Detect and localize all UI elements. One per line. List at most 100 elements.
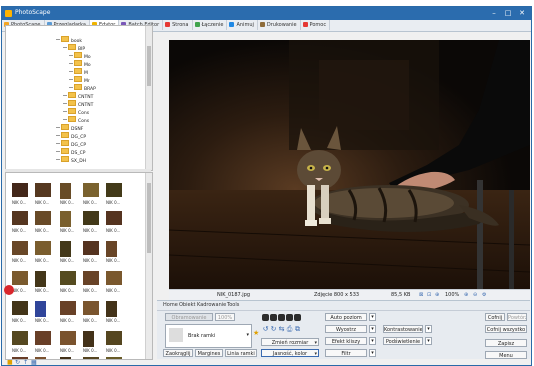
thumbs-scroll-thumb[interactable] (147, 183, 151, 253)
resize-button[interactable]: Zmień rozmiar (261, 338, 319, 346)
filter-button[interactable]: Filtr (325, 349, 367, 357)
refresh-icon[interactable]: ↻ (15, 359, 20, 366)
save-button[interactable]: Zapisz (485, 339, 527, 347)
thumbnail-image[interactable] (60, 271, 76, 285)
tree-item[interactable]: Cons (63, 108, 89, 116)
thumbnail-image[interactable] (106, 241, 117, 257)
maximize-icon[interactable]: □ (501, 7, 515, 20)
contrast-dropdown-icon[interactable]: ▾ (425, 325, 432, 333)
tree-item[interactable]: Mr (69, 76, 90, 84)
fit-icon[interactable]: ⊠ (419, 292, 423, 298)
filter-dropdown-icon[interactable]: ▾ (369, 349, 376, 357)
tree-item[interactable]: DG_CP (56, 132, 86, 140)
tab-tools[interactable]: Tools (227, 302, 239, 308)
undo-all-button[interactable]: Cofnij wszystko (485, 325, 527, 333)
tree-item[interactable]: CNTNT (63, 92, 93, 100)
copy-icon[interactable]: ⧉ (294, 326, 301, 333)
margin-button[interactable]: Margines (195, 349, 223, 357)
tree-item[interactable]: CNTNT (63, 100, 93, 108)
photo-canvas[interactable] (169, 40, 530, 289)
thumbnail-grid[interactable]: NIK 0... NIK 0... NIK 0... NIK 0... NIK 0...… (5, 172, 153, 360)
thumbnail-image[interactable] (60, 211, 71, 227)
thumbnail-image[interactable] (35, 241, 51, 255)
thumbnail-image[interactable] (106, 271, 122, 285)
tree-item[interactable]: M (69, 68, 88, 76)
auto-level-button[interactable]: Auto poziom (325, 313, 367, 321)
shape-round4-icon[interactable] (294, 314, 301, 321)
tab-kadrowanie[interactable]: Kadrowanie (197, 302, 226, 308)
film-effect-button[interactable]: Efekt kliszy (325, 337, 367, 345)
tab-4[interactable]: Strona (163, 20, 193, 30)
contrast-button[interactable]: Kontrastowanie (383, 325, 423, 333)
thumbnail-image[interactable] (35, 211, 51, 225)
brightness-color-button[interactable]: Jasność, kolor (261, 349, 319, 357)
thumbnail-image[interactable] (35, 183, 51, 197)
zoom-fit-icon[interactable]: ⊡ (427, 292, 431, 298)
rotate-left-icon[interactable]: ↺ (262, 326, 269, 333)
tree-scroll-thumb[interactable] (147, 46, 151, 86)
round-button[interactable]: Zaokrąglij (163, 349, 193, 357)
thumbnail-image[interactable] (106, 301, 117, 317)
thumbnail-image[interactable] (12, 241, 28, 255)
zoom-out-icon[interactable]: ⊖ (473, 292, 477, 298)
frame-preview-box[interactable]: Brak ramki ▾ (165, 324, 252, 348)
thumbnail-image[interactable] (12, 183, 28, 197)
tree-item[interactable]: SX_DH (56, 156, 86, 164)
thumbnail-image[interactable] (60, 301, 76, 315)
thumbnail-image[interactable] (83, 183, 99, 197)
tab-8[interactable]: Pomoc (301, 20, 331, 30)
tree-item[interactable]: Mo (69, 60, 91, 68)
tree-item[interactable]: DS_CP (56, 148, 85, 156)
folder-tree[interactable]: book BIP Mo Mo M Mr BRAP CNTNT CNTNT Cons Cons DSNF… (5, 25, 153, 171)
shape-rounded-icon[interactable] (270, 314, 277, 321)
frame-select[interactable]: Obramowanie (165, 313, 213, 321)
thumbnail-image[interactable] (35, 271, 46, 287)
tab-obiekt[interactable]: Obiekt (179, 302, 195, 308)
up-icon[interactable]: ↑ (23, 359, 28, 366)
frame-percent[interactable]: 100% (215, 313, 235, 321)
frame-dropdown-icon[interactable]: ▾ (246, 332, 249, 338)
grid-icon[interactable]: ▦ (31, 359, 37, 366)
tree-item[interactable]: DSNF (56, 124, 83, 132)
tab-home[interactable]: Home (163, 302, 178, 308)
print-icon[interactable]: ⎙ (286, 326, 293, 333)
menu-button[interactable]: Menu (485, 351, 527, 359)
shape-square-icon[interactable] (262, 314, 269, 321)
thumbnail-image[interactable] (12, 211, 28, 225)
folder-icon[interactable]: ■ (7, 359, 13, 366)
sharpen-button[interactable]: Wyostrz (325, 325, 367, 333)
thumbnail-image[interactable] (83, 301, 99, 315)
thumbnail-image[interactable] (60, 331, 76, 345)
frame-line-button[interactable]: Linia ramki (225, 349, 257, 357)
thumbs-scrollbar[interactable] (145, 173, 152, 359)
thumbnail-image[interactable] (106, 211, 122, 225)
thumbnail-image[interactable] (12, 271, 28, 285)
tree-item[interactable]: Mo (69, 52, 91, 60)
shape-round3-icon[interactable] (286, 314, 293, 321)
thumbnail-image[interactable] (83, 211, 99, 225)
film-effect-dropdown-icon[interactable]: ▾ (369, 337, 376, 345)
thumbnail-image[interactable] (83, 331, 94, 347)
rotate-right-icon[interactable]: ↻ (270, 326, 277, 333)
tree-item[interactable]: Cons (63, 116, 89, 124)
tree-scrollbar[interactable] (145, 26, 152, 170)
flip-icon[interactable]: ⇆ (278, 326, 285, 333)
zoom-actual-icon[interactable]: ⊕ (435, 292, 439, 298)
close-icon[interactable]: ✕ (515, 7, 529, 20)
thumbnail-image[interactable] (35, 301, 46, 317)
thumbnail-image[interactable] (83, 241, 99, 255)
sharpen-dropdown-icon[interactable]: ▾ (369, 325, 376, 333)
thumbnail-image[interactable] (106, 331, 122, 345)
zoom-in-icon[interactable]: ⊕ (464, 292, 468, 298)
thumbnail-image[interactable] (12, 331, 28, 345)
shape-round2-icon[interactable] (278, 314, 285, 321)
tree-item[interactable]: BIP (63, 44, 85, 52)
thumbnail-image[interactable] (106, 183, 122, 197)
backlight-dropdown-icon[interactable]: ▾ (425, 337, 432, 345)
tree-item[interactable]: DG_CP (56, 140, 86, 148)
redo-button[interactable]: Powtórz (507, 313, 527, 321)
thumbnail-image[interactable] (35, 331, 51, 345)
tab-5[interactable]: Łączenie (193, 20, 228, 30)
backlight-button[interactable]: Podświetlenie (383, 337, 423, 345)
thumbnail-image[interactable] (12, 301, 28, 315)
